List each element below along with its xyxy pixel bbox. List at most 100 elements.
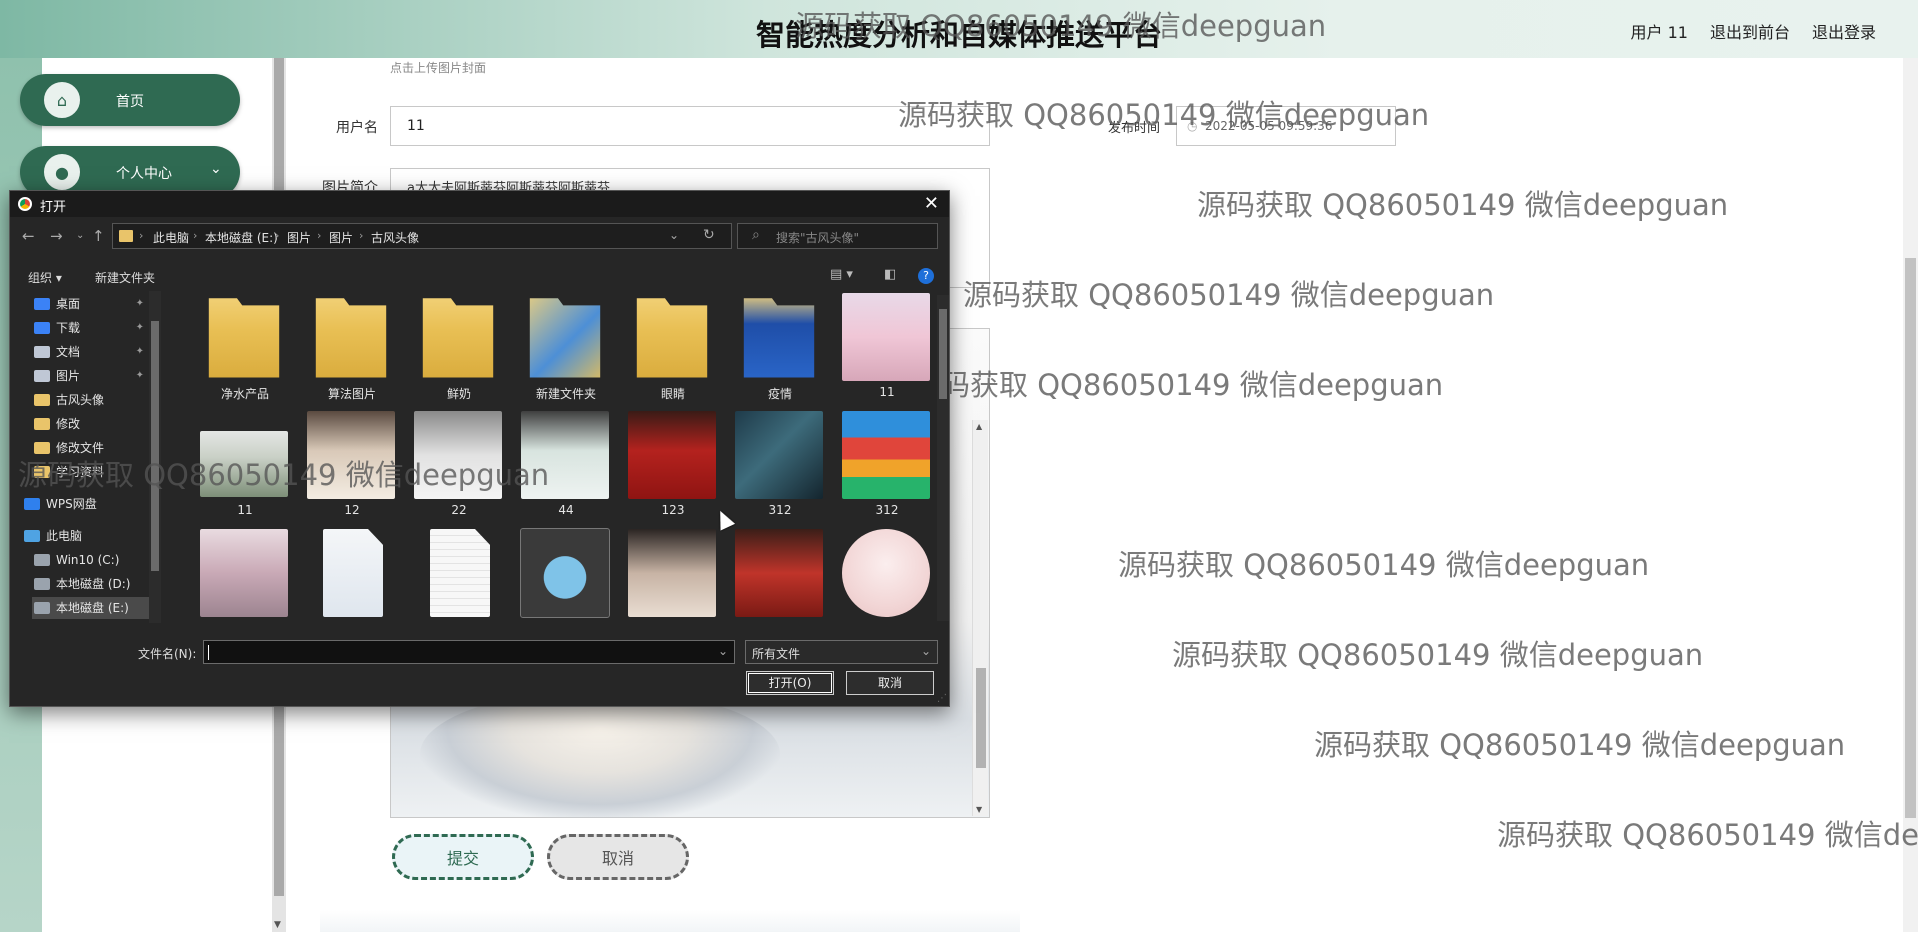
file-item[interactable] [618,527,718,623]
file-name: 新建文件夹 [535,387,596,401]
resize-grip-icon[interactable]: ⋰ [937,693,947,704]
scroll-down-icon[interactable]: ▼ [274,920,281,930]
file-grid-scrollbar[interactable] [937,295,949,621]
drive-icon [34,602,50,614]
file-open-dialog: 打开 ✕ ← → ⌄ ↑ › 此电脑 › 本地磁盘 (E:) › 图片 › 图片… [9,190,950,707]
address-bar[interactable]: › 此电脑 › 本地磁盘 (E:) › 图片 › 图片 › 古风头像 ⌄ ↻ [112,223,732,249]
tree-item-drive-c[interactable]: Win10 (C:) [32,549,152,571]
scrollbar-thumb[interactable] [151,321,159,571]
username-input[interactable]: 11 [390,106,990,146]
file-name: 123 [661,503,685,517]
document-icon [34,346,50,358]
refresh-icon[interactable]: ↻ [703,227,715,243]
scrollbar-thumb[interactable] [1905,258,1916,818]
folder-icon [119,230,133,242]
chevron-down-icon[interactable]: ⌄ [669,228,679,242]
tree-item-modify-files[interactable]: 修改文件 [32,437,152,459]
scroll-up-icon[interactable]: ▲ [976,422,982,431]
tree-item-downloads[interactable]: 下载 ✦ [32,317,152,339]
tree-item-documents[interactable]: 文档 ✦ [32,341,152,363]
file-item[interactable]: 123 [618,409,718,521]
editor-scrollbar[interactable]: ▲ ▼ [972,420,988,816]
sidebar-item-label: 首页 [116,94,144,110]
organize-button[interactable]: 组织 ▾ [28,269,62,286]
file-item[interactable]: 鲜奶 [404,291,504,403]
publish-time-input[interactable]: ◷ 2022-05-05 09:59:36 [1176,106,1396,146]
tree-item-label: Win10 (C:) [56,553,120,567]
file-type-value: 所有文件 [752,647,801,661]
tree-item-modify[interactable]: 修改 [32,413,152,435]
forward-arrow-icon[interactable]: → [50,227,63,245]
back-arrow-icon[interactable]: ← [22,227,35,245]
up-arrow-icon[interactable]: ↑ [92,227,105,245]
new-folder-button[interactable]: 新建文件夹 [95,269,155,286]
view-options-icon[interactable]: ▤ ▾ [830,267,853,282]
file-item[interactable]: 312 [832,409,932,521]
file-item[interactable] [404,527,504,623]
filename-input[interactable]: ⌄ [203,640,735,664]
desktop-icon [34,298,50,310]
tree-scrollbar[interactable] [149,291,161,623]
file-item[interactable]: 44 [511,409,611,521]
preview-pane-icon[interactable]: ◧ [884,267,896,282]
file-item[interactable] [511,527,611,623]
tree-item-ancient-avatar[interactable]: 古风头像 [32,389,152,411]
cover-upload-hint[interactable]: 点击上传图片封面 [390,59,486,76]
file-item[interactable]: 新建文件夹 [511,291,611,403]
page-scrollbar[interactable] [1903,58,1918,932]
close-icon[interactable]: ✕ [924,193,939,214]
tree-item-drive-e[interactable]: 本地磁盘 (E:) [32,597,152,619]
tree-item-this-pc[interactable]: 此电脑 [22,525,142,547]
help-icon[interactable]: ? [918,268,934,284]
file-item[interactable]: 11 [190,409,290,521]
scrollbar-thumb[interactable] [939,309,947,399]
tree-item-drive-d[interactable]: 本地磁盘 (D:) [32,573,152,595]
tree-item-desktop[interactable]: 桌面 ✦ [32,293,152,315]
pin-icon: ✦ [135,322,144,333]
file-grid: 净水产品 算法图片 鲜奶 新建文件夹 眼睛 疫情 11 11 12 22 44 … [180,291,940,623]
breadcrumb-item[interactable]: 图片 [287,229,311,246]
file-item[interactable]: 22 [404,409,504,521]
file-item[interactable]: 12 [297,409,397,521]
file-item[interactable]: 眼睛 [618,291,718,403]
file-item[interactable]: 312 [725,409,825,521]
file-item[interactable] [297,527,397,623]
sidebar-item-home[interactable]: ⌂ 首页 [20,74,240,126]
user-link[interactable]: 用户 11 [1631,19,1688,43]
file-item[interactable] [725,527,825,623]
breadcrumb-item[interactable]: 图片 [329,229,353,246]
file-item[interactable]: 疫情 [725,291,825,403]
folder-icon [743,298,815,378]
open-button[interactable]: 打开(O) [746,671,834,695]
recent-dropdown-icon[interactable]: ⌄ [76,230,84,241]
file-item[interactable]: 净水产品 [190,291,290,403]
cancel-button[interactable]: 取消 [547,834,689,880]
tree-item-label: 下载 [56,321,81,335]
tree-item-pictures[interactable]: 图片 ✦ [32,365,152,387]
file-item[interactable]: 算法图片 [297,291,397,403]
submit-button[interactable]: 提交 [392,834,534,880]
folder-icon [34,394,50,406]
file-item[interactable] [832,527,932,623]
scrollbar-thumb[interactable] [976,668,986,768]
tree-item-label: 图片 [56,369,81,383]
tree-item-wps-cloud[interactable]: WPS网盘 [22,493,142,515]
folder-icon [34,418,50,430]
logout-link[interactable]: 退出登录 [1812,19,1876,43]
file-item[interactable]: 11 [832,291,932,403]
chevron-down-icon[interactable]: ⌄ [718,644,728,658]
tree-item-study-materials[interactable]: 学习资料 [32,461,152,483]
breadcrumb-item[interactable]: 本地磁盘 (E:) [205,229,278,246]
scroll-down-icon[interactable]: ▼ [976,805,982,814]
dialog-titlebar[interactable]: 打开 ✕ [10,191,949,217]
file-type-select[interactable]: 所有文件 ⌄ [745,640,938,664]
image-thumbnail [628,529,716,617]
breadcrumb-item[interactable]: 古风头像 [371,229,419,246]
file-item[interactable] [190,527,290,623]
back-to-frontend-link[interactable]: 退出到前台 [1710,19,1790,43]
file-name: 鲜奶 [446,387,471,401]
breadcrumb-item[interactable]: 此电脑 [153,229,189,246]
dialog-title: 打开 [40,200,67,215]
dialog-cancel-button[interactable]: 取消 [846,671,934,695]
search-input[interactable]: ⌕ 搜索"古风头像" [737,223,938,249]
